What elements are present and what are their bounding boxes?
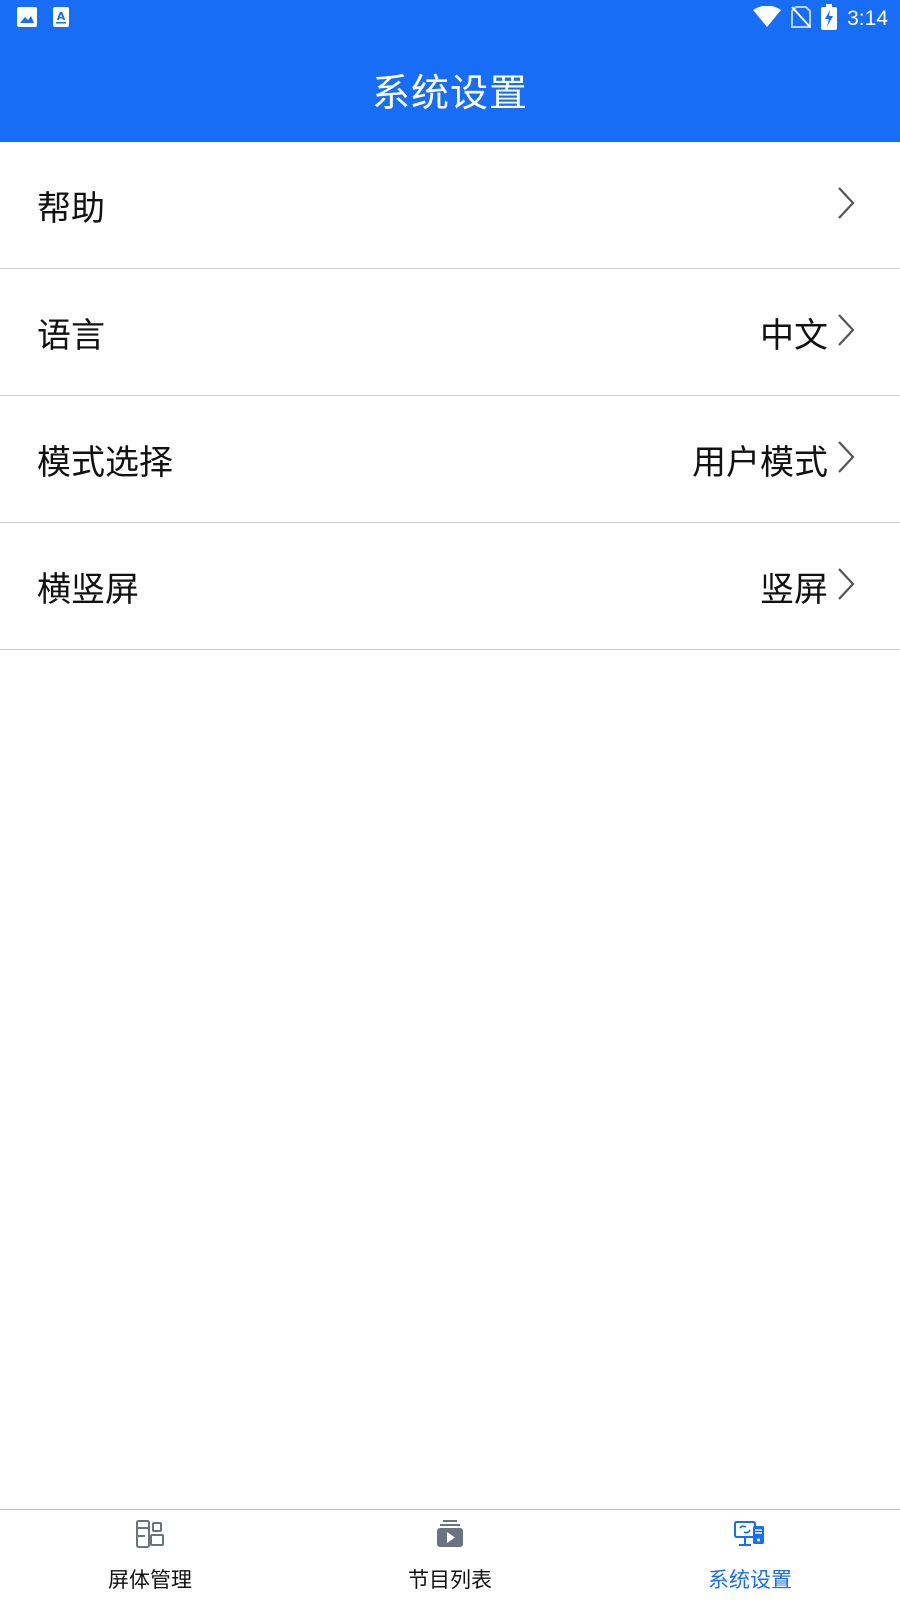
status-bar: A 3:14 [0, 0, 900, 36]
status-time: 3:14 [847, 7, 888, 30]
text-a-icon: A [52, 6, 70, 32]
app-header: A 3:14 系统设置 [0, 0, 900, 142]
nav-tab-label: 屏体管理 [108, 1568, 192, 1592]
program-list-icon [437, 1520, 463, 1547]
nav-tab-label: 系统设置 [708, 1568, 792, 1592]
settings-item-help[interactable]: 帮助 [0, 142, 900, 269]
no-sim-icon [791, 5, 812, 33]
page-title: 系统设置 [371, 71, 528, 115]
settings-item-orientation[interactable]: 横竖屏 竖屏 [0, 523, 900, 650]
image-icon [16, 6, 38, 32]
svg-text:A: A [57, 10, 66, 23]
battery-charging-icon [821, 4, 838, 34]
bottom-nav: 屏体管理 节目列表 系统设置 [0, 1509, 900, 1600]
nav-tab-program-list[interactable]: 节目列表 [300, 1510, 600, 1600]
chevron-right-icon [838, 441, 855, 473]
system-settings-icon [734, 1521, 764, 1546]
settings-item-label: 模式选择 [37, 442, 173, 483]
settings-item-value: 中文 [760, 315, 828, 356]
chevron-right-icon [838, 314, 855, 346]
nav-tab-label: 节目列表 [408, 1568, 492, 1592]
settings-item-mode[interactable]: 模式选择 用户模式 [0, 396, 900, 523]
settings-item-label: 帮助 [37, 188, 105, 229]
settings-item-label: 语言 [37, 315, 105, 356]
settings-list: 帮助 语言 中文 模式选择 用户模式 横竖屏 竖屏 [0, 142, 900, 650]
settings-item-language[interactable]: 语言 中文 [0, 269, 900, 396]
settings-item-label: 横竖屏 [37, 569, 139, 610]
chevron-right-icon [838, 568, 855, 600]
screen-management-icon [136, 1520, 164, 1548]
nav-tab-system-settings[interactable]: 系统设置 [600, 1510, 900, 1600]
wifi-icon [753, 5, 782, 32]
settings-item-value: 竖屏 [760, 569, 828, 610]
chevron-right-icon [838, 187, 855, 219]
nav-tab-screen-management[interactable]: 屏体管理 [0, 1510, 300, 1600]
settings-item-value: 用户模式 [692, 442, 828, 483]
